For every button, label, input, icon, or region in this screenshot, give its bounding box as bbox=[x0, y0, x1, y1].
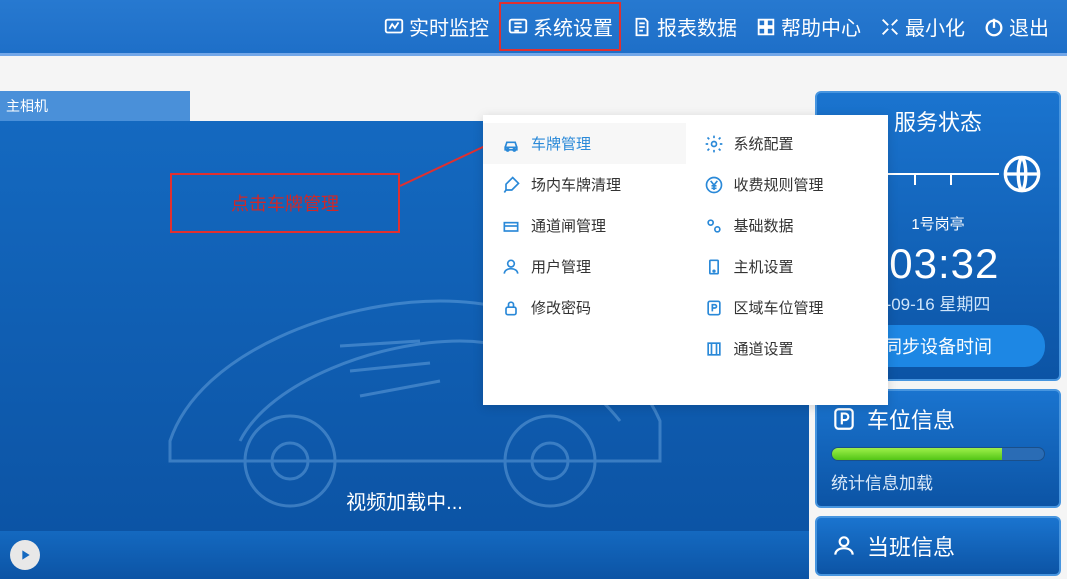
menu-label: 修改密码 bbox=[531, 297, 591, 318]
dropdown-col-right: 系统配置 收费规则管理 基础数据 主机设置 区域车位管理 bbox=[686, 115, 889, 405]
parking-p-icon bbox=[831, 406, 857, 432]
power-icon bbox=[983, 16, 1005, 38]
menu-host-settings[interactable]: 主机设置 bbox=[686, 246, 889, 287]
gear-icon bbox=[704, 134, 724, 154]
parking-info-panel: 车位信息 统计信息加载 bbox=[815, 389, 1061, 508]
shift-info-panel: 当班信息 bbox=[815, 516, 1061, 576]
menu-base-data[interactable]: 基础数据 bbox=[686, 205, 889, 246]
gate-icon bbox=[501, 216, 521, 236]
video-loading-text: 视频加载中... bbox=[346, 486, 463, 515]
nav-monitor[interactable]: 实时监控 bbox=[375, 6, 497, 47]
car-icon bbox=[501, 134, 521, 154]
nav-settings[interactable]: 系统设置 bbox=[499, 2, 621, 51]
progress-bar bbox=[831, 447, 1045, 461]
reports-icon bbox=[631, 16, 653, 38]
connection-line bbox=[877, 173, 999, 175]
settings-nav-icon bbox=[507, 16, 529, 38]
shift-title: 当班信息 bbox=[867, 530, 955, 562]
top-nav: 实时监控 系统设置 报表数据 帮助中心 最小化 退出 bbox=[0, 0, 1067, 56]
user-icon bbox=[501, 257, 521, 277]
nav-settings-label: 系统设置 bbox=[533, 12, 613, 41]
menu-plate-cleanup[interactable]: 场内车牌清理 bbox=[483, 164, 686, 205]
menu-label: 区域车位管理 bbox=[734, 297, 824, 318]
help-icon bbox=[755, 16, 777, 38]
annotation-text: 点击车牌管理 bbox=[231, 190, 339, 216]
nav-reports-label: 报表数据 bbox=[657, 12, 737, 41]
minimize-icon bbox=[879, 16, 901, 38]
camera-tab-label: 主相机 bbox=[6, 96, 48, 116]
menu-fee-rules[interactable]: 收费规则管理 bbox=[686, 164, 889, 205]
nav-monitor-label: 实时监控 bbox=[409, 12, 489, 41]
menu-change-password[interactable]: 修改密码 bbox=[483, 287, 686, 328]
menu-label: 用户管理 bbox=[531, 256, 591, 277]
menu-channel-settings[interactable]: 通道设置 bbox=[686, 328, 889, 369]
settings-dropdown: 车牌管理 场内车牌清理 通道闸管理 用户管理 修改密码 bbox=[483, 115, 888, 405]
stat-loading-text: 统计信息加载 bbox=[831, 469, 1045, 494]
video-control-bar bbox=[0, 531, 809, 579]
person-icon bbox=[831, 533, 857, 559]
menu-label: 主机设置 bbox=[734, 256, 794, 277]
parking-title: 车位信息 bbox=[867, 403, 955, 435]
sync-btn-label: 同步设备时间 bbox=[884, 337, 992, 357]
nav-exit[interactable]: 退出 bbox=[975, 6, 1057, 47]
main-area: 主相机 视频加载中... 点击车牌管理 bbox=[0, 56, 1067, 578]
parking-header: 车位信息 bbox=[831, 403, 1045, 441]
nav-minimize-label: 最小化 bbox=[905, 12, 965, 41]
menu-gate-management[interactable]: 通道闸管理 bbox=[483, 205, 686, 246]
lock-icon bbox=[501, 298, 521, 318]
menu-user-management[interactable]: 用户管理 bbox=[483, 246, 686, 287]
dropdown-col-left: 车牌管理 场内车牌清理 通道闸管理 用户管理 修改密码 bbox=[483, 115, 686, 405]
cogs-icon bbox=[704, 216, 724, 236]
server-icon bbox=[704, 257, 724, 277]
monitor-icon bbox=[383, 16, 405, 38]
annotation-callout: 点击车牌管理 bbox=[170, 173, 400, 233]
parking-icon bbox=[704, 298, 724, 318]
menu-area-parking[interactable]: 区域车位管理 bbox=[686, 287, 889, 328]
nav-minimize[interactable]: 最小化 bbox=[871, 6, 973, 47]
nav-exit-label: 退出 bbox=[1009, 12, 1049, 41]
progress-fill bbox=[832, 448, 1002, 460]
menu-label: 通道设置 bbox=[734, 338, 794, 359]
nav-help[interactable]: 帮助中心 bbox=[747, 6, 869, 47]
nav-help-label: 帮助中心 bbox=[781, 12, 861, 41]
play-button[interactable] bbox=[10, 540, 40, 570]
menu-label: 通道闸管理 bbox=[531, 215, 606, 236]
menu-plate-management[interactable]: 车牌管理 bbox=[483, 123, 686, 164]
left-pane: 主相机 视频加载中... 点击车牌管理 bbox=[0, 56, 809, 578]
menu-system-config[interactable]: 系统配置 bbox=[686, 123, 889, 164]
brush-icon bbox=[501, 175, 521, 195]
menu-label: 系统配置 bbox=[734, 133, 794, 154]
globe-icon bbox=[999, 151, 1045, 197]
channel-icon bbox=[704, 339, 724, 359]
menu-label: 基础数据 bbox=[734, 215, 794, 236]
camera-tab[interactable]: 主相机 bbox=[0, 91, 190, 121]
yen-icon bbox=[704, 175, 724, 195]
menu-label: 车牌管理 bbox=[531, 133, 591, 154]
shift-header: 当班信息 bbox=[831, 530, 1045, 568]
menu-label: 场内车牌清理 bbox=[531, 174, 621, 195]
menu-label: 收费规则管理 bbox=[734, 174, 824, 195]
nav-reports[interactable]: 报表数据 bbox=[623, 6, 745, 47]
